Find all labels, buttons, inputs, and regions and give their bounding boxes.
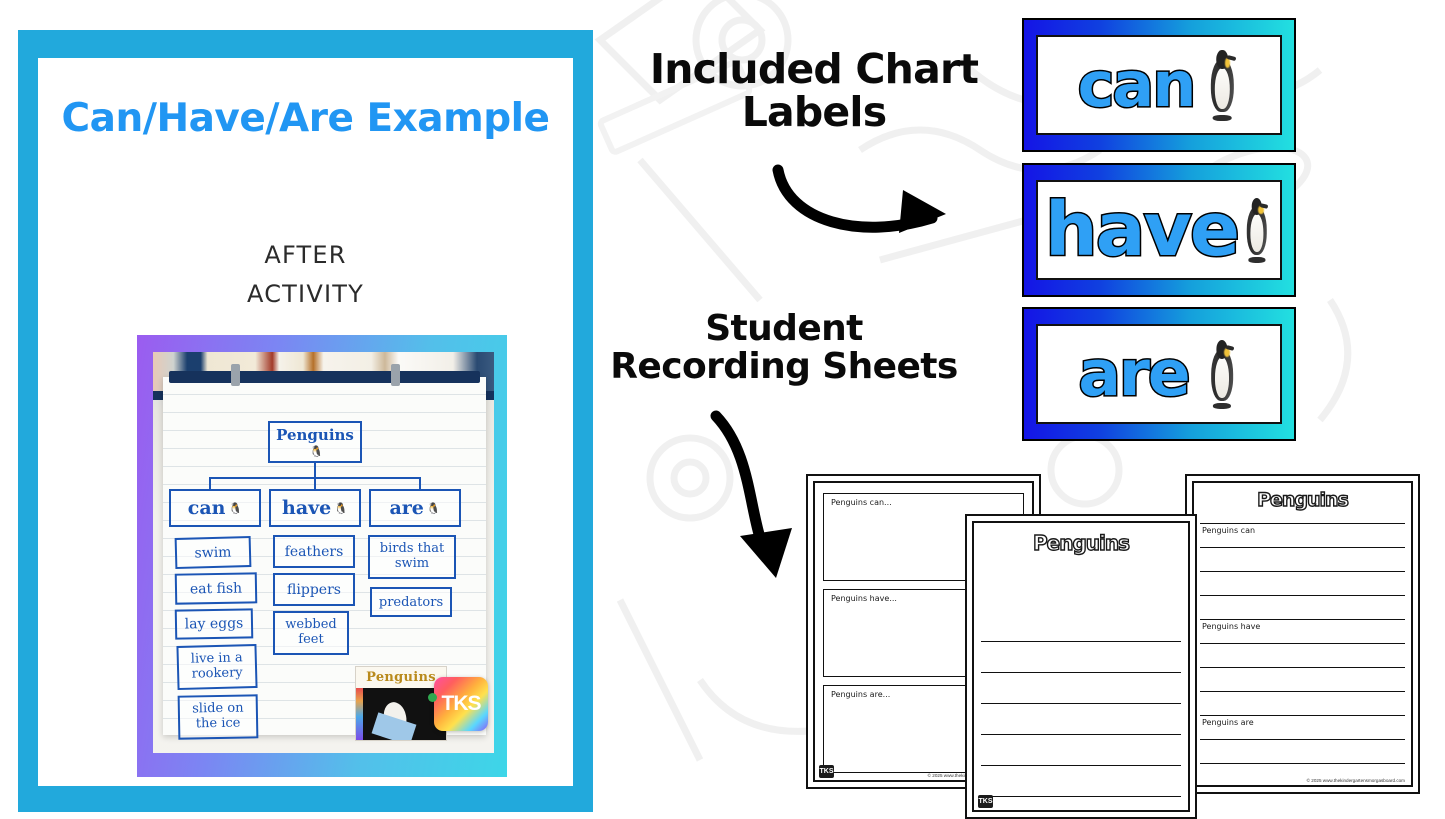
copyright-text: © 2025 www.thekindergartensmorgasboard.c… [1306, 778, 1405, 783]
callout-student-recording-sheets: Student Recording Sheets [584, 308, 984, 388]
book-badge-dot [428, 693, 437, 702]
tks-logo: TKS [978, 795, 993, 808]
anchor-topic-box: Penguins 🐧 [268, 421, 362, 463]
anchor-item-label: feathers [284, 543, 344, 560]
tks-logo: TKS [819, 765, 834, 778]
recording-prompt: Penguins can... [831, 498, 892, 507]
chart-clip [169, 364, 480, 386]
product-preview-screenshot: Can/Have/Are Example AFTER ACTIVITY Peng… [0, 0, 1445, 819]
page-title-line2: Example [366, 96, 550, 141]
recording-sheet-lined: Penguins Penguins can Penguins have Peng… [1185, 474, 1420, 794]
anchor-chart-photo-frame: Penguins 🐧 can 🐧 have 🐧 are 🐧 swim eat f… [137, 335, 507, 777]
anchor-item-label: slide on the ice [192, 701, 244, 732]
tks-logo-text: TKS [819, 768, 834, 775]
book-title: Penguins [356, 667, 446, 688]
book-spine-strip [356, 688, 363, 740]
chart-label-card-can: can [1022, 18, 1296, 152]
page-title: Can/Have/Are Example [38, 94, 573, 144]
recording-sheet-draw-and-write: Penguins TKS [965, 514, 1197, 819]
chart-connector [314, 463, 316, 477]
chart-label-inner: are [1036, 324, 1282, 424]
anchor-item-label: predators [378, 594, 444, 610]
page-subtitle-line2: ACTIVITY [247, 279, 364, 308]
chart-label-card-are: are [1022, 307, 1296, 441]
penguin-icon: 🐧 [426, 501, 441, 515]
anchor-item: slide on the ice [177, 694, 259, 740]
chart-label-word: are [1077, 337, 1192, 411]
callout-sheets-line2: Recording Sheets [610, 346, 958, 388]
penguin-icon [1240, 197, 1273, 263]
anchor-item: predators [370, 587, 452, 617]
chart-connector [314, 477, 316, 489]
page-subtitle: AFTER ACTIVITY [38, 236, 573, 314]
chart-label-word: have [1043, 186, 1241, 273]
anchor-heading-label: can [187, 497, 226, 519]
penguin-icon: 🐧 [228, 501, 243, 515]
recording-prompt: Penguins are... [831, 690, 891, 699]
chart-label-inner: have [1036, 180, 1282, 280]
anchor-item-label: birds that swim [379, 541, 445, 571]
lines-area [981, 641, 1181, 804]
recording-prompt: Penguins have... [831, 594, 897, 603]
penguin-icon: 🐧 [309, 445, 324, 458]
tks-logo-text: TKS [441, 692, 482, 715]
clip-knob [391, 364, 400, 386]
anchor-item-label: lay eggs [184, 615, 244, 633]
anchor-item: eat fish [174, 572, 258, 605]
anchor-item: webbed feet [273, 611, 349, 655]
anchor-column-heading-can: can 🐧 [169, 489, 261, 527]
tks-logo-text: TKS [978, 798, 993, 805]
anchor-item-label: swim [194, 544, 232, 561]
chart-label-inner: can [1036, 35, 1282, 135]
anchor-item: live in a rookery [176, 643, 258, 691]
anchor-column-heading-are: are 🐧 [369, 489, 461, 527]
clip-knob [231, 364, 240, 386]
recording-prompt: Penguins are [1202, 718, 1254, 727]
lines-area: Penguins can Penguins have Penguins are [1200, 523, 1405, 764]
penguin-icon: 🐧 [334, 501, 348, 515]
page-subtitle-line1: AFTER [264, 241, 347, 269]
chart-label-card-have: have [1022, 163, 1296, 297]
callout-included-chart-labels: Included Chart Labels [614, 45, 1014, 137]
anchor-item: swim [174, 536, 252, 569]
arrow-to-chart-labels [772, 164, 946, 233]
anchor-item: flippers [273, 573, 355, 606]
penguin-icon [1205, 339, 1240, 409]
anchor-topic-label: Penguins [276, 426, 354, 444]
callout-chart-line1: Included Chart [649, 45, 979, 93]
anchor-item: lay eggs [174, 608, 254, 640]
tks-logo: TKS [434, 677, 488, 731]
recording-sheet-inner: Penguins Penguins can Penguins have Peng… [1192, 481, 1413, 787]
anchor-heading-label: are [389, 497, 424, 519]
penguin-icon [1204, 49, 1240, 121]
callout-chart-line2: Labels [741, 88, 887, 137]
anchor-column-heading-have: have 🐧 [269, 489, 361, 527]
anchor-chart-photo: Penguins 🐧 can 🐧 have 🐧 are 🐧 swim eat f… [153, 352, 494, 753]
anchor-heading-label: have [282, 497, 332, 519]
chart-connector [419, 477, 421, 489]
anchor-item: feathers [273, 535, 355, 568]
page-title-line1: Can/Have/Are [61, 96, 354, 141]
anchor-item: birds that swim [368, 535, 456, 579]
recording-prompt: Penguins have [1202, 622, 1261, 631]
recording-prompt: Penguins can [1202, 526, 1256, 535]
anchor-item-label: webbed feet [285, 617, 337, 647]
recording-sheet-title: Penguins [1256, 488, 1349, 511]
anchor-item-label: flippers [287, 581, 341, 598]
anchor-item-label: live in a rookery [190, 650, 243, 682]
chart-connector [209, 477, 211, 489]
example-preview-card: Can/Have/Are Example AFTER ACTIVITY Peng… [18, 30, 593, 812]
recording-sheet-title: Penguins [1032, 530, 1130, 555]
recording-sheet-inner: Penguins TKS [972, 521, 1190, 812]
chart-label-word: can [1076, 47, 1198, 121]
anchor-item-label: eat fish [189, 580, 243, 597]
arrow-to-recording-sheets [710, 410, 792, 578]
callout-sheets-line1: Student [705, 308, 863, 349]
example-preview-inner: Can/Have/Are Example AFTER ACTIVITY Peng… [38, 58, 573, 786]
